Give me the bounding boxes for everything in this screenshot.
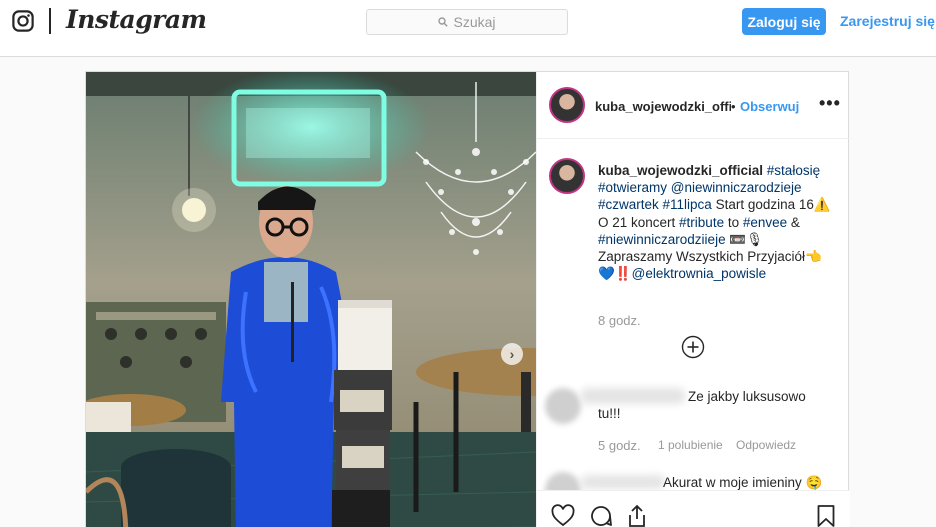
register-link[interactable]: Zarejestruj się	[840, 13, 935, 29]
bookmark-icon[interactable]	[814, 504, 838, 527]
instagram-wordmark[interactable]: Instagram	[66, 5, 207, 34]
comment-reply-link[interactable]: Odpowiedz	[736, 438, 796, 453]
top-navbar: Instagram Szukaj Zaloguj się Zarejestruj…	[0, 0, 936, 57]
login-button[interactable]: Zaloguj się	[742, 8, 826, 35]
search-placeholder: Szukaj	[453, 14, 496, 30]
caption-text-segment: &	[787, 214, 800, 230]
comment-text: Ze jakby luksusowo tu!!!	[598, 389, 806, 422]
share-icon[interactable]	[625, 504, 649, 527]
caption-timestamp[interactable]: 8 godz.	[598, 313, 641, 328]
caption-text-segment: to	[724, 214, 743, 230]
caption-hashtag-link[interactable]: #otwieramy	[598, 180, 667, 195]
caption-hashtag-link[interactable]: #tribute	[675, 215, 724, 230]
post-card: › kuba_wojewodzki_offic • Obserwuj ••• k…	[85, 71, 850, 527]
instagram-camera-icon[interactable]	[12, 10, 34, 32]
caption-hashtag-link[interactable]: #niewinniczarodziieje	[598, 232, 726, 247]
nav-divider	[49, 8, 51, 34]
caption-hashtag-link[interactable]: #11lipca	[659, 197, 712, 212]
author-avatar[interactable]	[549, 87, 585, 123]
heart-icon[interactable]	[551, 504, 575, 527]
comment-icon[interactable]	[589, 504, 613, 527]
separator-dot: •	[731, 99, 736, 114]
more-options-icon[interactable]: •••	[819, 93, 841, 114]
search-icon	[438, 17, 449, 27]
post-actions-bar	[537, 490, 850, 527]
comment-username-blurred[interactable]	[581, 475, 665, 489]
comment-text: Akurat w moje imieniny 🤤	[663, 475, 823, 490]
caption-hashtag-link[interactable]: @niewinniczarodzieje	[667, 180, 802, 195]
post-header: kuba_wojewodzki_offic • Obserwuj •••	[537, 72, 850, 139]
post-author-username[interactable]: kuba_wojewodzki_offic	[595, 99, 731, 114]
caption-author-avatar[interactable]	[549, 158, 585, 194]
post-photo[interactable]: ›	[86, 72, 536, 527]
search-input[interactable]: Szukaj	[366, 9, 568, 35]
caption-hashtag-link[interactable]: #czwartek	[598, 197, 659, 212]
follow-button[interactable]: Obserwuj	[740, 99, 799, 114]
caption-hashtag-link[interactable]: #stałosię	[763, 163, 820, 178]
post-caption: kuba_wojewodzki_official #stałosię #otwi…	[598, 162, 838, 282]
caption-hashtag-link[interactable]: #envee	[743, 215, 787, 230]
comment-likes[interactable]: 1 polubienie	[658, 438, 736, 453]
comment-timestamp[interactable]: 5 godz.	[598, 438, 658, 453]
comment-avatar[interactable]	[545, 388, 581, 424]
next-photo-arrow[interactable]: ›	[501, 343, 523, 365]
load-more-comments-icon[interactable]	[681, 335, 705, 359]
caption-hashtag-link[interactable]: @elektrownia_powisle	[632, 266, 767, 281]
post-sidebar: kuba_wojewodzki_offic • Obserwuj ••• kub…	[536, 72, 850, 527]
caption-text: #stałosię #otwieramy @niewinniczarodziej…	[598, 163, 831, 281]
comment-meta: 5 godz. 1 polubienie Odpowiedz	[598, 438, 796, 453]
caption-author-username[interactable]: kuba_wojewodzki_official	[598, 163, 763, 178]
